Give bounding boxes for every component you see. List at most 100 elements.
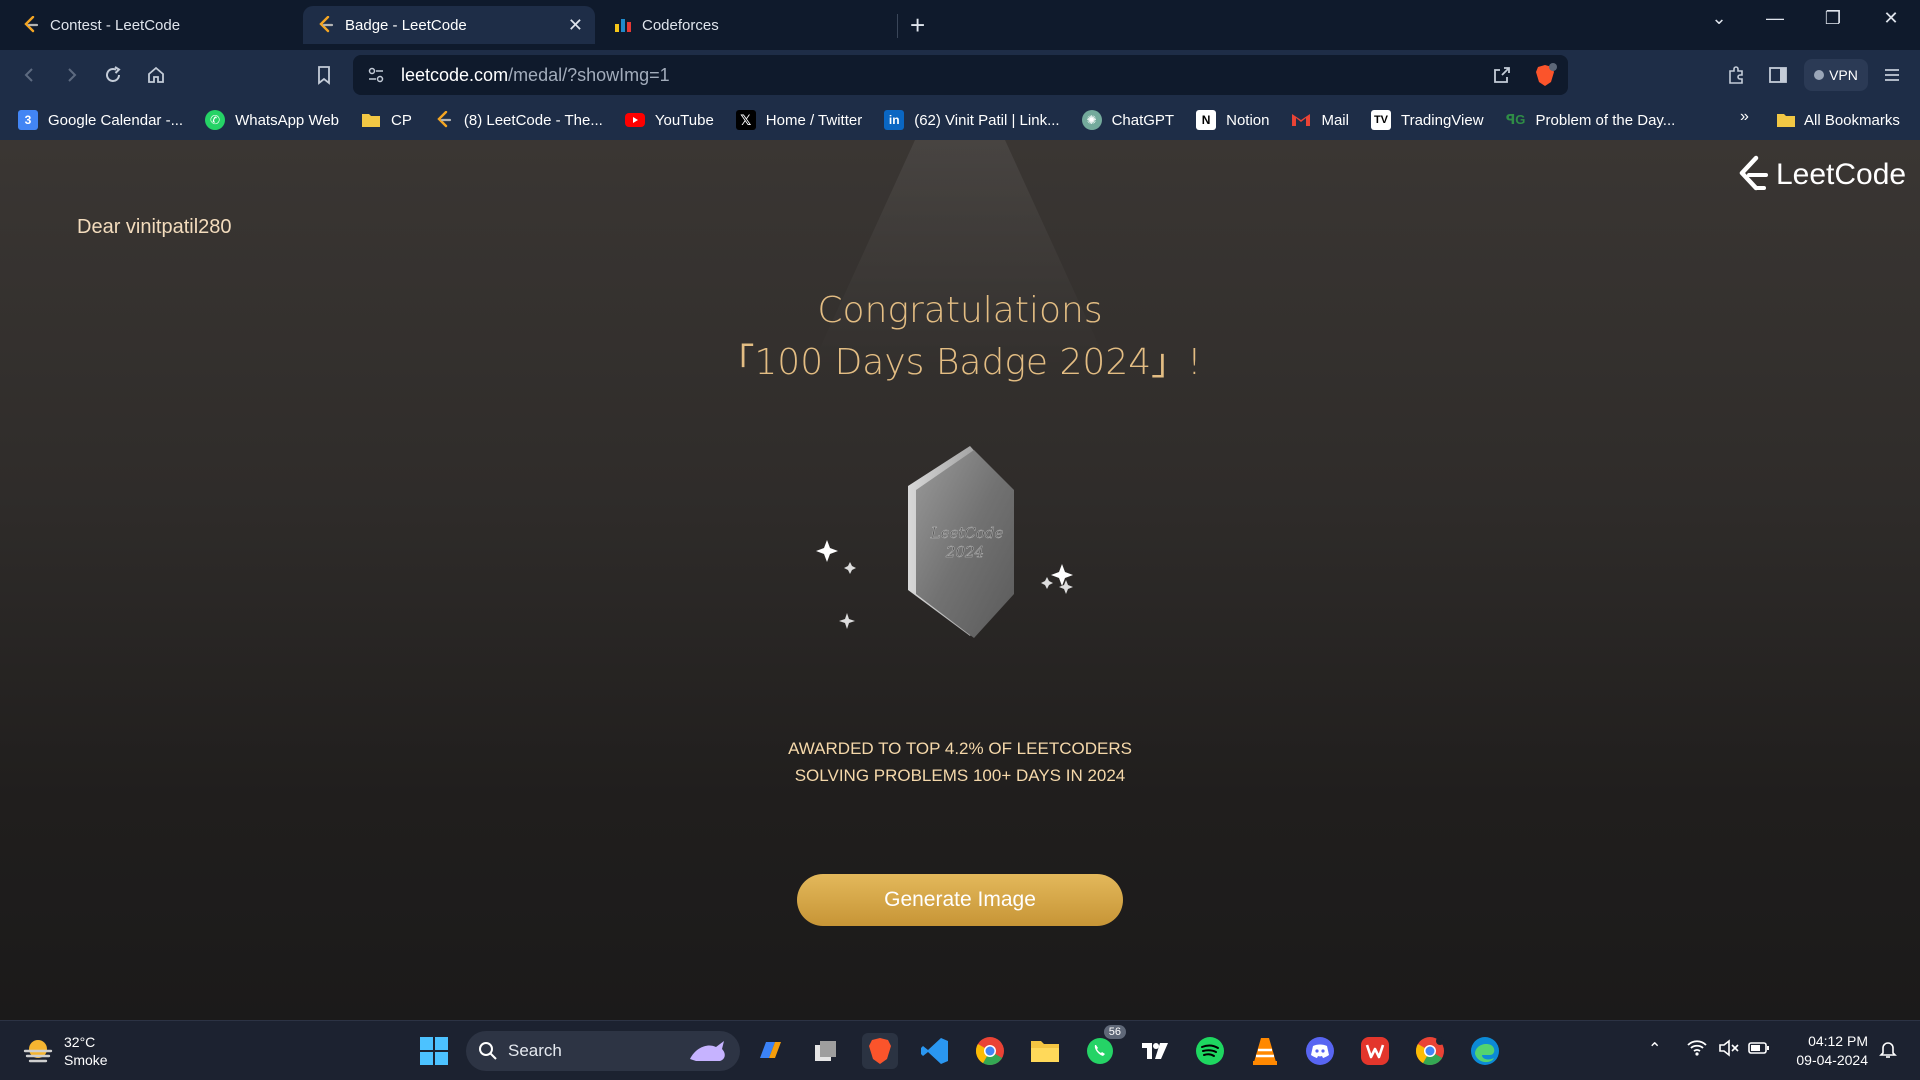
bookmarks-bar: 3 Google Calendar -... ✆ WhatsApp Web CP…: [0, 100, 1920, 140]
volume-muted-icon[interactable]: [1718, 1039, 1740, 1062]
vlc-icon[interactable]: [1247, 1033, 1283, 1069]
bookmark-twitter[interactable]: 𝕏 Home / Twitter: [735, 110, 862, 130]
tab-codeforces[interactable]: Codeforces: [600, 6, 890, 44]
all-bookmarks-button[interactable]: All Bookmarks: [1776, 100, 1900, 140]
vpn-button[interactable]: VPN: [1804, 59, 1868, 91]
battery-icon[interactable]: [1748, 1039, 1770, 1062]
leetcode-icon: [434, 110, 454, 130]
start-button[interactable]: [416, 1033, 452, 1069]
bookmark-notion[interactable]: N Notion: [1196, 110, 1269, 130]
search-icon: [478, 1041, 498, 1061]
system-clock[interactable]: 04:12 PM 09-04-2024: [1784, 1032, 1868, 1070]
more-bookmarks-button[interactable]: »: [1740, 108, 1749, 126]
notification-count-badge: 56: [1103, 1025, 1126, 1039]
close-window-button[interactable]: ✕: [1876, 8, 1906, 29]
back-button[interactable]: [17, 62, 43, 88]
congratulations-heading: Congratulations 「100 Days Badge 2024」!: [0, 285, 1920, 389]
chrome-profile-icon[interactable]: [1412, 1033, 1448, 1069]
award-line: SOLVING PROBLEMS 100+ DAYS IN 2024: [794, 766, 1126, 785]
bookmark-whatsapp[interactable]: ✆ WhatsApp Web: [205, 110, 339, 130]
url-path: /medal/?showImg=1: [508, 64, 670, 85]
bookmark-label: WhatsApp Web: [235, 111, 340, 129]
tab-badge-leetcode[interactable]: Badge - LeetCode ✕: [303, 6, 595, 44]
weather-smoke-icon: [22, 1037, 54, 1065]
minimize-button[interactable]: —: [1760, 8, 1790, 29]
whatsapp-icon[interactable]: 56: [1082, 1025, 1126, 1069]
new-tab-button[interactable]: +: [910, 10, 925, 41]
bookmark-leetcode[interactable]: (8) LeetCode - The...: [434, 110, 603, 130]
tradingview-app-icon[interactable]: [1137, 1033, 1173, 1069]
weather-condition: Smoke: [64, 1052, 108, 1068]
badge-medal: LeetCode 2024: [880, 440, 1040, 660]
notion-icon: N: [1196, 110, 1217, 130]
youtube-icon: [624, 110, 645, 130]
bookmark-label: CP: [391, 111, 412, 129]
greeting-text: Dear vinitpatil280: [77, 216, 232, 238]
bookmark-youtube[interactable]: YouTube: [624, 110, 714, 130]
bookmark-tradingview[interactable]: TV TradingView: [1370, 110, 1484, 130]
whatsapp-icon: ✆: [205, 110, 226, 130]
address-bar[interactable]: leetcode.com/medal/?showImg=1: [353, 55, 1568, 95]
codeforces-icon: [614, 16, 632, 34]
bookmark-label: (62) Vinit Patil | Link...: [914, 111, 1060, 129]
vscode-icon[interactable]: [917, 1033, 953, 1069]
clock-time: 04:12 PM: [1808, 1033, 1868, 1049]
file-explorer-icon[interactable]: [1027, 1033, 1063, 1069]
tab-search-icon[interactable]: ⌄: [1704, 8, 1734, 29]
extensions-icon[interactable]: [1723, 62, 1749, 88]
tab-strip: Contest - LeetCode Badge - LeetCode ✕ Co…: [0, 0, 1920, 50]
task-view-icon[interactable]: [807, 1033, 843, 1069]
bookmark-label: Google Calendar -...: [48, 111, 184, 129]
brave-browser-icon[interactable]: [862, 1033, 898, 1069]
leetcode-icon: [22, 16, 40, 34]
home-button[interactable]: [143, 62, 169, 88]
restore-button[interactable]: ❐: [1818, 8, 1848, 29]
leetcode-logo-text: LeetCode: [1776, 158, 1907, 191]
leetcode-icon: [317, 16, 335, 34]
forward-button[interactable]: [58, 62, 84, 88]
badge-engraving: LeetCode: [930, 524, 1004, 542]
sidebar-toggle-icon[interactable]: [1765, 62, 1791, 88]
leetcode-logo[interactable]: LeetCode: [1736, 155, 1906, 195]
bookmark-label: ChatGPT: [1111, 111, 1175, 129]
show-hidden-icons-chevron-icon[interactable]: ⌃: [1648, 1039, 1661, 1059]
bookmark-folder-cp[interactable]: CP: [361, 110, 412, 130]
brave-shields-icon[interactable]: [1532, 62, 1558, 93]
browser-toolbar: leetcode.com/medal/?showImg=1 VPN: [0, 50, 1920, 100]
copilot-icon[interactable]: [752, 1033, 788, 1069]
temperature: 32°C: [64, 1034, 96, 1050]
clock-date: 09-04-2024: [1796, 1052, 1868, 1068]
wifi-icon[interactable]: [1686, 1039, 1708, 1062]
generate-image-button[interactable]: Generate Image: [797, 874, 1123, 926]
tab-contest-leetcode[interactable]: Contest - LeetCode: [8, 6, 298, 44]
search-label: Search: [508, 1041, 562, 1060]
bookmark-icon[interactable]: [311, 62, 337, 88]
discord-icon[interactable]: [1302, 1033, 1338, 1069]
share-icon[interactable]: [1492, 65, 1512, 90]
bookmark-linkedin[interactable]: in (62) Vinit Patil | Link...: [884, 110, 1060, 130]
gmail-icon: [1291, 110, 1311, 130]
site-settings-icon[interactable]: [367, 66, 385, 89]
bookmark-chatgpt[interactable]: ✺ ChatGPT: [1081, 110, 1175, 130]
weather-widget[interactable]: 32°C Smoke: [22, 1033, 108, 1069]
url-text: leetcode.com/medal/?showImg=1: [401, 65, 670, 86]
notification-bell-icon[interactable]: [1878, 1039, 1898, 1064]
menu-icon[interactable]: [1879, 62, 1905, 88]
chrome-icon[interactable]: [972, 1033, 1008, 1069]
close-tab-icon[interactable]: ✕: [568, 15, 583, 36]
bookmark-label: (8) LeetCode - The...: [463, 111, 603, 129]
taskbar: 32°C Smoke Search 56 ⌃ 04:12 PM 09-04-20…: [0, 1020, 1920, 1080]
bookmark-label: Problem of the Day...: [1535, 111, 1676, 129]
sparkle-icon: [839, 613, 855, 629]
spotify-icon[interactable]: [1192, 1033, 1228, 1069]
bookmark-mail[interactable]: Mail: [1291, 110, 1349, 130]
bookmark-gfg-potd[interactable]: ꟼG Problem of the Day...: [1506, 110, 1676, 130]
badge-name-line: 「100 Days Badge 2024」!: [718, 342, 1202, 383]
bookmark-google-calendar[interactable]: 3 Google Calendar -...: [18, 110, 183, 130]
edge-icon[interactable]: [1467, 1033, 1503, 1069]
wps-office-icon[interactable]: [1357, 1033, 1393, 1069]
calendar-icon: 3: [18, 110, 38, 130]
bookmark-label: Mail: [1321, 111, 1349, 129]
reload-button[interactable]: [100, 62, 126, 88]
taskbar-search[interactable]: Search: [466, 1031, 740, 1071]
